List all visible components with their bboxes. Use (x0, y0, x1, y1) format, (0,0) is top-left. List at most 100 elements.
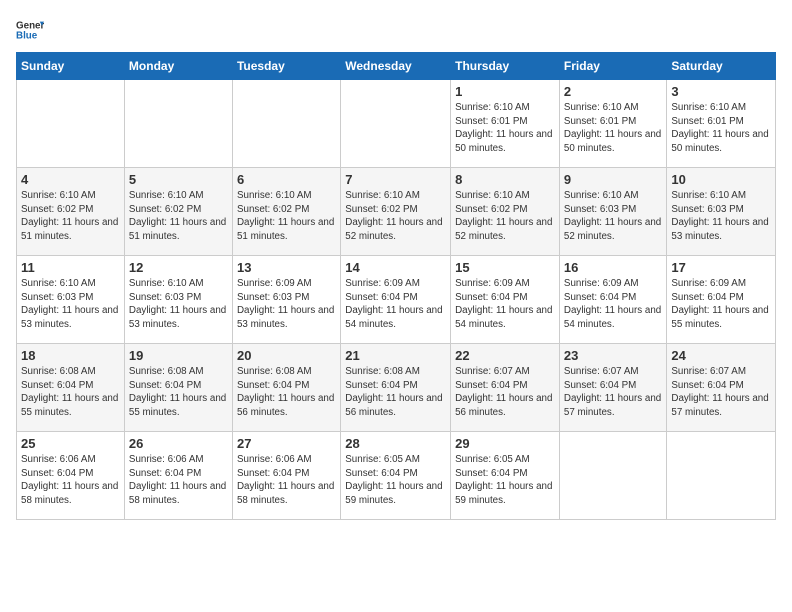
day-header-sunday: Sunday (17, 53, 125, 80)
day-info: Sunrise: 6:10 AM Sunset: 6:02 PM Dayligh… (345, 189, 446, 244)
day-number: 20 (237, 348, 336, 363)
calendar-cell: 9 Sunrise: 6:10 AM Sunset: 6:03 PM Daylig… (559, 168, 666, 256)
day-number: 13 (237, 260, 336, 275)
calendar-cell: 19 Sunrise: 6:08 AM Sunset: 6:04 PM Dayli… (124, 344, 232, 432)
day-info: Sunrise: 6:05 AM Sunset: 6:04 PM Dayligh… (455, 453, 555, 508)
day-info: Sunrise: 6:10 AM Sunset: 6:01 PM Dayligh… (455, 101, 555, 156)
day-info: Sunrise: 6:06 AM Sunset: 6:04 PM Dayligh… (129, 453, 228, 508)
calendar-cell: 18Sunrise: 6:08 AM Sunset: 6:04 PM Dayli… (17, 344, 125, 432)
day-number: 3 (671, 84, 771, 99)
day-number: 26 (129, 436, 228, 451)
calendar-cell: 1 Sunrise: 6:10 AM Sunset: 6:01 PM Daylig… (451, 80, 560, 168)
day-number: 11 (21, 260, 120, 275)
calendar-cell: 14 Sunrise: 6:09 AM Sunset: 6:04 PM Dayli… (341, 256, 451, 344)
day-number: 19 (129, 348, 228, 363)
day-number: 5 (129, 172, 228, 187)
calendar-cell: 11 Sunrise: 6:10 AM Sunset: 6:03 PM Dayli… (17, 256, 125, 344)
day-info: Sunrise: 6:10 AM Sunset: 6:02 PM Dayligh… (237, 189, 336, 244)
day-number: 25 (21, 436, 120, 451)
logo: General Blue (16, 16, 44, 44)
logo-icon: General Blue (16, 16, 44, 44)
day-number: 28 (345, 436, 446, 451)
day-number: 6 (237, 172, 336, 187)
day-header-friday: Friday (559, 53, 666, 80)
page-header: General Blue (16, 16, 776, 44)
day-info: Sunrise: 6:10 AM Sunset: 6:03 PM Dayligh… (129, 277, 228, 332)
calendar-cell: 27 Sunrise: 6:06 AM Sunset: 6:04 PM Dayli… (232, 432, 340, 520)
day-number: 16 (564, 260, 662, 275)
calendar-cell: 8 Sunrise: 6:10 AM Sunset: 6:02 PM Daylig… (451, 168, 560, 256)
calendar-cell: 4 Sunrise: 6:10 AM Sunset: 6:02 PM Daylig… (17, 168, 125, 256)
day-number: 14 (345, 260, 446, 275)
day-header-monday: Monday (124, 53, 232, 80)
day-info: Sunrise: 6:06 AM Sunset: 6:04 PM Dayligh… (237, 453, 336, 508)
day-info: Sunrise: 6:07 AM Sunset: 6:04 PM Dayligh… (455, 365, 555, 420)
day-info: Sunrise: 6:08 AM Sunset: 6:04 PM Dayligh… (129, 365, 228, 420)
day-info: Sunrise: 6:10 AM Sunset: 6:02 PM Dayligh… (129, 189, 228, 244)
day-header-tuesday: Tuesday (232, 53, 340, 80)
calendar-cell (559, 432, 666, 520)
day-number: 21 (345, 348, 446, 363)
day-header-wednesday: Wednesday (341, 53, 451, 80)
day-number: 29 (455, 436, 555, 451)
day-info: Sunrise: 6:10 AM Sunset: 6:03 PM Dayligh… (21, 277, 120, 332)
day-info: Sunrise: 6:09 AM Sunset: 6:04 PM Dayligh… (345, 277, 446, 332)
day-number: 10 (671, 172, 771, 187)
day-number: 15 (455, 260, 555, 275)
day-info: Sunrise: 6:09 AM Sunset: 6:03 PM Dayligh… (237, 277, 336, 332)
day-number: 22 (455, 348, 555, 363)
calendar-cell (124, 80, 232, 168)
calendar-cell: 12 Sunrise: 6:10 AM Sunset: 6:03 PM Dayli… (124, 256, 232, 344)
calendar-cell: 7 Sunrise: 6:10 AM Sunset: 6:02 PM Daylig… (341, 168, 451, 256)
day-number: 17 (671, 260, 771, 275)
day-number: 1 (455, 84, 555, 99)
calendar-cell: 3 Sunrise: 6:10 AM Sunset: 6:01 PM Daylig… (667, 80, 776, 168)
calendar-cell: 20 Sunrise: 6:08 AM Sunset: 6:04 PM Dayli… (232, 344, 340, 432)
day-header-saturday: Saturday (667, 53, 776, 80)
calendar-cell: 28 Sunrise: 6:05 AM Sunset: 6:04 PM Dayli… (341, 432, 451, 520)
calendar-cell: 13 Sunrise: 6:09 AM Sunset: 6:03 PM Dayli… (232, 256, 340, 344)
day-info: Sunrise: 6:10 AM Sunset: 6:02 PM Dayligh… (455, 189, 555, 244)
calendar-cell: 17 Sunrise: 6:09 AM Sunset: 6:04 PM Dayli… (667, 256, 776, 344)
day-info: Sunrise: 6:06 AM Sunset: 6:04 PM Dayligh… (21, 453, 120, 508)
calendar-cell: 25 Sunrise: 6:06 AM Sunset: 6:04 PM Dayli… (17, 432, 125, 520)
day-number: 24 (671, 348, 771, 363)
calendar-cell (667, 432, 776, 520)
calendar-cell: 5 Sunrise: 6:10 AM Sunset: 6:02 PM Daylig… (124, 168, 232, 256)
day-info: Sunrise: 6:08 AM Sunset: 6:04 PM Dayligh… (237, 365, 336, 420)
day-number: 8 (455, 172, 555, 187)
day-info: Sunrise: 6:10 AM Sunset: 6:01 PM Dayligh… (564, 101, 662, 156)
day-number: 2 (564, 84, 662, 99)
day-info: Sunrise: 6:10 AM Sunset: 6:03 PM Dayligh… (564, 189, 662, 244)
day-number: 4 (21, 172, 120, 187)
day-info: Sunrise: 6:10 AM Sunset: 6:03 PM Dayligh… (671, 189, 771, 244)
calendar-cell (232, 80, 340, 168)
calendar-cell: 26 Sunrise: 6:06 AM Sunset: 6:04 PM Dayli… (124, 432, 232, 520)
calendar-cell: 24 Sunrise: 6:07 AM Sunset: 6:04 PM Dayli… (667, 344, 776, 432)
day-number: 12 (129, 260, 228, 275)
calendar-cell: 2 Sunrise: 6:10 AM Sunset: 6:01 PM Daylig… (559, 80, 666, 168)
day-number: 9 (564, 172, 662, 187)
day-number: 27 (237, 436, 336, 451)
day-number: 23 (564, 348, 662, 363)
calendar-cell: 10 Sunrise: 6:10 AM Sunset: 6:03 PM Dayli… (667, 168, 776, 256)
calendar-cell: 23 Sunrise: 6:07 AM Sunset: 6:04 PM Dayli… (559, 344, 666, 432)
day-info: Sunrise: 6:10 AM Sunset: 6:01 PM Dayligh… (671, 101, 771, 156)
calendar-cell: 21 Sunrise: 6:08 AM Sunset: 6:04 PM Dayli… (341, 344, 451, 432)
day-info: Sunrise: 6:10 AM Sunset: 6:02 PM Dayligh… (21, 189, 120, 244)
day-number: 18 (21, 348, 120, 363)
day-info: Sunrise: 6:07 AM Sunset: 6:04 PM Dayligh… (671, 365, 771, 420)
calendar-cell: 22 Sunrise: 6:07 AM Sunset: 6:04 PM Dayli… (451, 344, 560, 432)
day-number: 7 (345, 172, 446, 187)
day-info: Sunrise: 6:07 AM Sunset: 6:04 PM Dayligh… (564, 365, 662, 420)
calendar-cell: 16Sunrise: 6:09 AM Sunset: 6:04 PM Dayli… (559, 256, 666, 344)
day-info: Sunrise: 6:09 AM Sunset: 6:04 PM Dayligh… (455, 277, 555, 332)
day-info: Sunrise: 6:09 AM Sunset: 6:04 PM Dayligh… (671, 277, 771, 332)
day-info: Sunrise: 6:05 AM Sunset: 6:04 PM Dayligh… (345, 453, 446, 508)
day-info: Sunrise: 6:08 AM Sunset: 6:04 PM Dayligh… (345, 365, 446, 420)
calendar-cell: 29 Sunrise: 6:05 AM Sunset: 6:04 PM Dayli… (451, 432, 560, 520)
calendar-cell (17, 80, 125, 168)
calendar-cell: 15 Sunrise: 6:09 AM Sunset: 6:04 PM Dayli… (451, 256, 560, 344)
calendar-table: SundayMondayTuesdayWednesdayThursdayFrid… (16, 52, 776, 520)
svg-text:Blue: Blue (16, 30, 38, 41)
